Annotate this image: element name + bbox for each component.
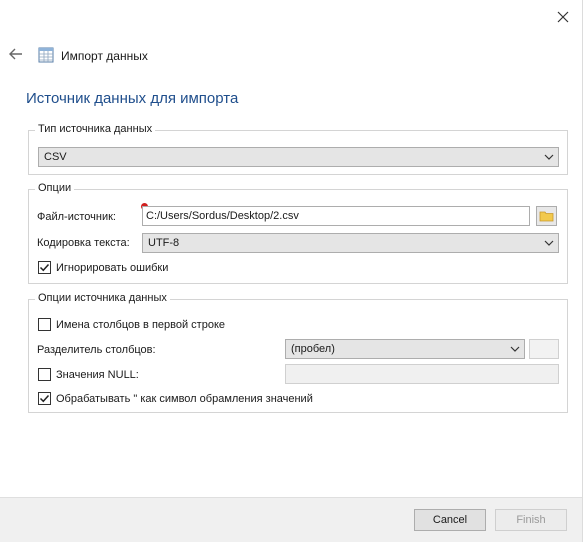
source-type-legend: Тип источника данных: [35, 123, 156, 135]
header-row-label[interactable]: Имена столбцов в первой строке: [56, 319, 225, 331]
source-options-group: Опции источника данных Имена столбцов в …: [28, 292, 568, 413]
null-values-checkbox[interactable]: [38, 368, 51, 381]
options-legend: Опции: [35, 182, 75, 194]
ignore-errors-label[interactable]: Игнорировать ошибки: [56, 262, 168, 274]
separator-select[interactable]: (пробел): [285, 339, 525, 359]
close-button[interactable]: [552, 6, 574, 28]
chevron-down-icon: [510, 346, 520, 352]
file-path-input[interactable]: C:/Users/Sordus/Desktop/2.csv: [142, 206, 530, 226]
checkmark-icon: [39, 394, 50, 403]
cancel-button[interactable]: Cancel: [414, 509, 486, 531]
chevron-down-icon: [544, 240, 554, 246]
browse-button[interactable]: [536, 206, 557, 226]
separator-value: (пробел): [291, 343, 335, 355]
finish-button[interactable]: Finish: [495, 509, 567, 531]
file-label: Файл-источник:: [37, 211, 116, 223]
chevron-down-icon: [544, 154, 554, 160]
table-icon: [38, 47, 54, 63]
source-type-group: Тип источника данных CSV: [28, 123, 568, 175]
null-values-input[interactable]: [285, 364, 559, 384]
close-icon: [557, 11, 569, 23]
source-options-legend: Опции источника данных: [35, 292, 170, 304]
source-type-select[interactable]: CSV: [38, 147, 559, 167]
quote-char-checkbox[interactable]: [38, 392, 51, 405]
dialog-footer: Cancel Finish: [0, 497, 582, 542]
null-values-label[interactable]: Значения NULL:: [56, 369, 139, 381]
back-arrow-icon: [9, 48, 22, 60]
ignore-errors-checkbox[interactable]: [38, 261, 51, 274]
options-group: Опции Файл-источник: C:/Users/Sordus/Des…: [28, 182, 568, 284]
encoding-value: UTF-8: [148, 237, 180, 249]
import-dialog: Импорт данных Источник данных для импорт…: [0, 0, 583, 542]
app-title: Импорт данных: [61, 49, 148, 63]
folder-icon: [539, 211, 554, 222]
encoding-label: Кодировка текста:: [37, 237, 130, 249]
back-button[interactable]: [6, 44, 26, 64]
separator-label: Разделитель столбцов:: [37, 344, 156, 356]
page-heading: Источник данных для импорта: [26, 90, 239, 107]
encoding-select[interactable]: UTF-8: [142, 233, 559, 253]
quote-char-label[interactable]: Обрабатывать " как символ обрамления зна…: [56, 393, 313, 405]
separator-custom-input[interactable]: [529, 339, 559, 359]
checkmark-icon: [39, 263, 50, 272]
header-row-checkbox[interactable]: [38, 318, 51, 331]
source-type-value: CSV: [44, 151, 67, 163]
